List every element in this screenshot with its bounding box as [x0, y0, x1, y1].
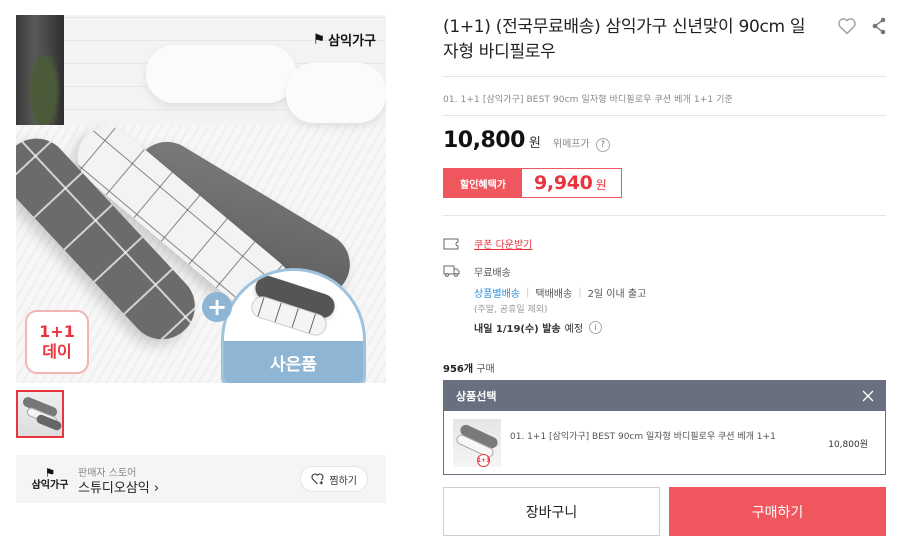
share-icon[interactable] — [871, 16, 887, 36]
sold-count-number: 956개 — [443, 364, 474, 375]
shipping-carrier: 택배배송 — [535, 289, 573, 300]
badge-line-1: 1+1 — [39, 322, 75, 341]
option-price: 10,800원 — [828, 440, 868, 450]
image-back-pillow — [286, 63, 386, 123]
heart-plus-icon — [311, 473, 324, 485]
coupon-row: 쿠폰 다운받기 — [443, 236, 532, 251]
badge-line-2: 데이 — [42, 342, 72, 361]
option-thumb-badge: 1+1 — [477, 454, 490, 467]
image-back-pillow — [146, 45, 296, 103]
shipping-date-suffix: 예정 — [564, 324, 584, 335]
option-summary: 01. 1+1 [삼익가구] BEST 90cm 일자형 바디필로우 쿠션 베개… — [443, 95, 733, 105]
brand-logo: ⚑ 삼익가구 — [312, 30, 376, 50]
shipping-lines: 무료배송 상품별배송 | 택배배송 | 2일 이내 출고 (주말, 공휴일 제외… — [474, 264, 734, 335]
divider — [443, 215, 886, 216]
close-icon[interactable] — [861, 389, 875, 403]
price-block: 10,800 원 위메프가 ? — [443, 128, 610, 153]
seller-store-box[interactable]: ⚑ 삼익가구 판매자 스토어 스튜디오삼익 › 찜하기 — [16, 455, 386, 503]
discount-label: 할인혜택가 — [444, 169, 522, 197]
plus-icon: + — [202, 292, 232, 322]
gift-label: 사은품 — [224, 341, 363, 383]
sold-count: 956개 구매 — [443, 360, 495, 375]
divider — [443, 115, 886, 116]
separator: | — [526, 287, 530, 298]
seller-name-link[interactable]: 스튜디오삼익 › — [78, 477, 159, 496]
follow-label: 찜하기 — [329, 475, 357, 487]
price-currency: 원 — [528, 136, 541, 151]
discount-value: 9,940 원 — [522, 169, 621, 197]
selected-options-panel: 상품선택 1+1 01. 1+1 [삼익가구] BEST 90cm 일자형 바디… — [443, 380, 886, 475]
shipping-date-bold: 내일 1/19(수) 발송 — [474, 324, 561, 335]
options-header-title: 상품선택 — [456, 390, 497, 403]
add-to-cart-button[interactable]: 장바구니 — [443, 487, 660, 536]
option-name: 01. 1+1 [삼익가구] BEST 90cm 일자형 바디필로우 쿠션 베개… — [510, 432, 776, 442]
heart-icon[interactable] — [837, 16, 857, 36]
discount-price-box: 할인혜택가 9,940 원 — [443, 168, 622, 198]
buy-now-button[interactable]: 구매하기 — [669, 487, 886, 536]
shipping-lead-time: 2일 이내 출고 — [587, 289, 647, 300]
selected-option-item: 1+1 01. 1+1 [삼익가구] BEST 90cm 일자형 바디필로우 쿠… — [444, 411, 885, 474]
info-icon[interactable]: i — [589, 321, 603, 334]
seller-logo: ⚑ 삼익가구 — [30, 463, 70, 495]
shipping-method-link[interactable]: 상품별배송 — [474, 285, 520, 300]
sold-count-suffix: 구매 — [476, 364, 495, 375]
coupon-download-link[interactable]: 쿠폰 다운받기 — [474, 236, 532, 251]
product-title: (1+1) (전국무료배송) 삼익가구 신년맞이 90cm 일자형 바디필로우 — [443, 17, 806, 62]
shipping-meta: 상품별배송 | 택배배송 | 2일 이내 출고 — [474, 283, 734, 302]
shipping-date: 내일 1/19(수) 발송 예정 i — [474, 320, 734, 335]
free-shipping-text: 무료배송 — [474, 268, 511, 279]
divider — [443, 76, 886, 77]
discount-currency: 원 — [595, 178, 607, 192]
help-icon[interactable]: ? — [595, 138, 610, 152]
option-thumbnail: 1+1 — [453, 419, 501, 467]
ticket-icon — [443, 238, 459, 249]
product-thumbnail[interactable] — [16, 390, 64, 438]
product-main-image: ⚑ 삼익가구 1+1 데이 사은품 + — [16, 15, 386, 383]
options-header: 상품선택 — [444, 381, 885, 411]
discount-amount: 9,940 — [534, 172, 593, 194]
price-amount: 10,800 — [443, 128, 525, 153]
separator: | — [578, 287, 582, 298]
truck-icon — [443, 265, 460, 277]
brand-logo-text: 삼익가구 — [328, 34, 376, 49]
seller-logo-text: 삼익가구 — [31, 480, 69, 492]
price-tag: 위메프가 — [552, 139, 590, 150]
one-plus-one-badge: 1+1 데이 — [25, 310, 89, 374]
seller-logo-icon: ⚑ — [44, 465, 56, 480]
brand-logo-icon: ⚑ — [312, 31, 326, 48]
follow-button[interactable]: 찜하기 — [300, 466, 368, 492]
shipping-note: (주말, 공휴일 제외) — [474, 305, 548, 315]
